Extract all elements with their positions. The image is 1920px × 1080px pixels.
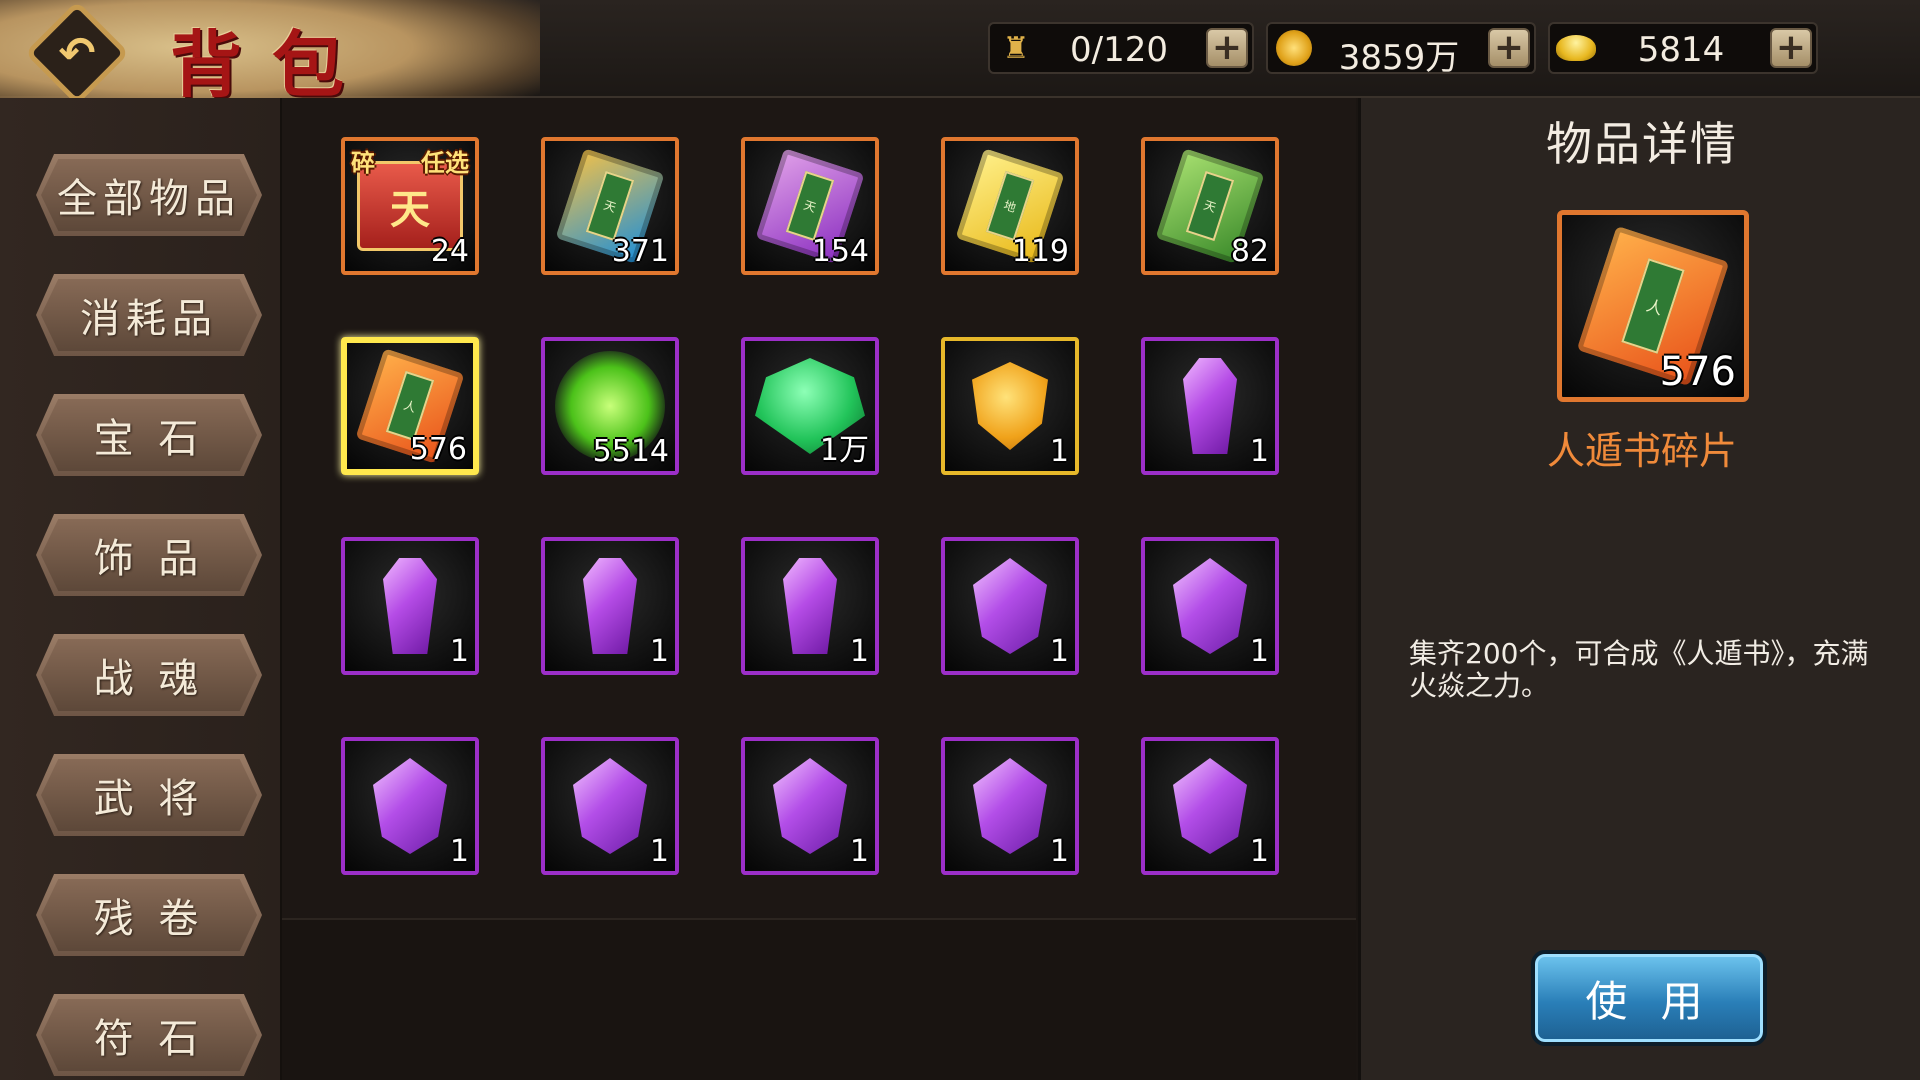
item-count: 1 [449,634,469,669]
inventory-slot[interactable]: 1 [741,537,879,675]
torch-icon: ♜ [1002,30,1030,66]
inventory-slot[interactable]: 天 154 [741,137,879,275]
top-bar: ↶ 背包 ♜ 0/120 + 3859万 + 5814 + [0,0,1920,118]
tab-accessories[interactable]: 饰 品 [36,514,262,596]
coin-value: 3859万 [1338,38,1460,78]
inventory-slot[interactable]: 1 [541,737,679,875]
ingot-counter: 5814 + [1548,22,1818,74]
inventory-slot[interactable]: 1 [341,537,479,675]
inventory-grid-empty-area [282,920,1356,1080]
inventory-slot[interactable]: 天 371 [541,137,679,275]
use-button[interactable]: 使 用 [1531,950,1767,1046]
item-count: 1 [1049,434,1069,469]
item-count: 1 [1249,434,1269,469]
inventory-slot[interactable]: 1 [1141,737,1279,875]
detail-item-count: 576 [1659,349,1736,395]
item-count: 119 [1011,234,1069,269]
choice-badge: 任选 [421,149,469,177]
item-detail-panel: 物品详情 人 576 人遁书碎片 集齐200个，可合成《人遁书》，充满火焱之力。… [1358,98,1920,1080]
page-title: 背包 [170,22,375,107]
tab-gems[interactable]: 宝 石 [36,394,262,476]
item-count: 371 [611,234,669,269]
tab-war-souls[interactable]: 战 魂 [36,634,262,716]
add-ingot-button[interactable]: + [1770,28,1812,68]
inventory-slot[interactable]: 1 [941,537,1079,675]
tab-generals[interactable]: 武 将 [36,754,262,836]
tab-fragments[interactable]: 残 卷 [36,874,262,956]
item-count: 82 [1230,234,1269,269]
inventory-slot[interactable]: 1 [1141,337,1279,475]
ingot-value: 5814 [1637,30,1725,70]
item-count: 1 [849,634,869,669]
coin-icon [1274,28,1314,68]
item-count: 1 [1049,834,1069,869]
item-count: 1 [849,834,869,869]
item-count: 1 [1249,634,1269,669]
ingot-icon [1556,28,1596,68]
item-count: 1 [649,634,669,669]
detail-item-description: 集齐200个，可合成《人遁书》，充满火焱之力。 [1409,637,1869,702]
tab-consumables[interactable]: 消耗品 [36,274,262,356]
detail-title: 物品详情 [1546,117,1738,171]
stamina-counter: ♜ 0/120 + [988,22,1254,74]
add-coin-button[interactable]: + [1488,28,1530,68]
inventory-slot[interactable]: 天 碎 任选 24 [341,137,479,275]
coin-counter: 3859万 + [1266,22,1536,78]
item-count: 1万 [819,433,869,468]
detail-item-name: 人遁书碎片 [1546,429,1737,473]
inventory-slot[interactable]: 1 [1141,537,1279,675]
item-count: 154 [811,234,869,269]
detail-item-slot: 人 576 [1557,210,1749,402]
item-count: 5514 [592,434,669,469]
inventory-slot[interactable]: 1 [741,737,879,875]
item-count: 576 [409,432,467,467]
add-stamina-button[interactable]: + [1206,28,1248,68]
item-count: 1 [649,834,669,869]
item-count: 1 [1049,634,1069,669]
fragment-badge: 碎 [351,149,375,177]
inventory-slot[interactable]: 地 119 [941,137,1079,275]
back-arrow-icon[interactable]: ↶ [44,20,110,86]
inventory-slot-selected[interactable]: 人 576 [341,337,479,475]
inventory-slot[interactable]: 1 [941,737,1079,875]
item-count: 1 [449,834,469,869]
item-count: 24 [430,234,469,269]
stamina-value: 0/120 [1070,30,1168,70]
tab-rune-stones[interactable]: 符 石 [36,994,262,1076]
inventory-slot[interactable]: 1 [541,537,679,675]
inventory-slot[interactable]: 5514 [541,337,679,475]
inventory-slot[interactable]: 天 82 [1141,137,1279,275]
item-count: 1 [1249,834,1269,869]
inventory-slot[interactable]: 1 [941,337,1079,475]
inventory-slot[interactable]: 1万 [741,337,879,475]
tab-all-items[interactable]: 全部物品 [36,154,262,236]
inventory-slot[interactable]: 1 [341,737,479,875]
